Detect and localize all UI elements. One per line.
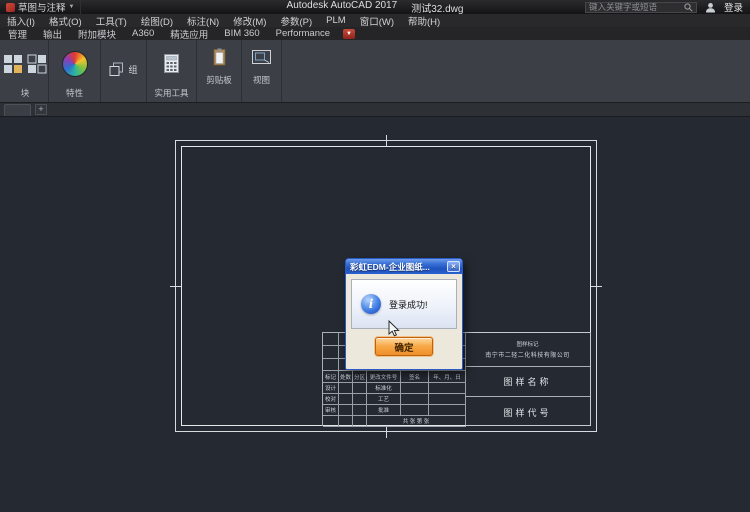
row-design: 设计 [323,383,339,394]
frame-tick-top [386,135,387,146]
panel-label-clipboard[interactable]: 剪贴板 [206,74,232,89]
ok-button[interactable]: 确定 [375,337,433,356]
menu-tools[interactable]: 工具(T) [89,14,134,27]
properties-wheel-icon[interactable] [62,51,88,77]
tab-a360[interactable]: A360 [124,28,162,39]
panel-label-block[interactable]: 块 [21,87,30,102]
new-tab-button[interactable]: + [35,104,47,115]
view-icon[interactable] [252,50,271,64]
menu-help[interactable]: 帮助(H) [401,14,447,27]
panel-properties: 特性 [49,40,101,102]
cursor-icon [388,320,400,337]
menu-window[interactable]: 窗口(W) [353,14,401,27]
panel-view: 视图 [242,40,282,102]
user-icon[interactable] [705,2,716,13]
chevron-down-icon: ▼ [69,4,75,10]
panel-label-properties[interactable]: 特性 [66,87,83,102]
edm-login-dialog: 彩虹EDM-企业图纸... × i 登录成功! 确定 [345,258,463,370]
row-check: 校对 [323,394,339,405]
search-box[interactable] [585,2,697,13]
insert-block-icon[interactable] [3,54,23,74]
workspace-icon [6,3,15,12]
clipboard-paste-icon[interactable] [212,48,227,66]
tab-manage[interactable]: 管理 [0,27,35,41]
drawing-mark-label: 图样标记 [516,340,538,348]
dialog-titlebar[interactable]: 彩虹EDM-企业图纸... × [346,259,462,274]
dialog-title: 彩虹EDM-企业图纸... [350,261,430,273]
dialog-body: i 登录成功! 确定 [346,274,462,369]
signin-button[interactable]: 登录 [724,0,743,14]
rev-col-date: 年、月、日 [429,371,466,383]
search-icon[interactable] [684,3,693,12]
autocad-window: 草图与注释 ▼ Autodesk AutoCAD 2017 测试32.dwg 登… [0,0,750,512]
panel-group: 组 [101,40,147,102]
drawing-name-label: 图样名称 [503,375,551,388]
window-title: Autodesk AutoCAD 2017 测试32.dwg [287,0,464,15]
edit-block-icon[interactable] [27,54,47,74]
rev-col-mark: 标记 [323,371,339,383]
file-tab[interactable] [4,104,31,116]
tab-bim360[interactable]: BIM 360 [216,28,267,39]
row-standard: 标准化 [367,383,401,394]
rev-col-sign: 签名 [401,371,429,383]
row-audit: 审核 [323,405,339,416]
ribbon-overflow-icon[interactable]: ▼ [343,29,355,39]
drawing-canvas[interactable]: 标记 处数 分区 更改文件号 签名 年、月、日 设计 标准化 校对 工艺 [0,117,750,512]
search-input[interactable] [589,2,681,12]
dialog-message: 登录成功! [389,298,428,311]
ribbon-panels: 块 特性 组 [0,40,750,103]
tab-performance[interactable]: Performance [268,28,338,39]
menu-plm[interactable]: PLM [319,14,353,27]
menu-draw[interactable]: 绘图(D) [134,14,180,27]
menu-parametric[interactable]: 参数(P) [273,14,319,27]
ribbon-tab-bar: 管理 输出 附加模块 A360 精选应用 BIM 360 Performance… [0,27,750,40]
panel-utilities: 实用工具 [147,40,197,102]
rev-col-count: 处数 [339,371,353,383]
panel-label-utilities[interactable]: 实用工具 [154,87,188,102]
tab-addins[interactable]: 附加模块 [70,27,124,41]
titlebar-right: 登录 [585,0,750,14]
tab-featured-apps[interactable]: 精选应用 [162,27,216,41]
panel-clipboard: 剪贴板 [197,40,242,102]
panel-label-view[interactable]: 视图 [253,74,270,89]
panel-block: 块 [2,40,49,102]
close-icon[interactable]: × [447,261,460,272]
calculator-icon[interactable] [164,54,179,73]
menu-dimension[interactable]: 标注(N) [180,14,226,27]
row-approve: 批准 [367,405,401,416]
workspace-switcher[interactable]: 草图与注释 ▼ [0,0,81,14]
rev-col-doc: 更改文件号 [367,371,401,383]
dialog-message-panel: i 登录成功! [351,279,457,329]
tab-output[interactable]: 输出 [35,27,70,41]
menu-modify[interactable]: 修改(M) [226,14,273,27]
frame-tick-right [591,286,602,287]
sheet-count: 共 张 第 张 [367,416,466,427]
titlebar: 草图与注释 ▼ Autodesk AutoCAD 2017 测试32.dwg 登… [0,0,750,14]
file-tab-bar: + [0,103,750,117]
menu-format[interactable]: 格式(O) [42,14,89,27]
menu-insert[interactable]: 插入(I) [0,14,42,27]
menubar: 插入(I) 格式(O) 工具(T) 绘图(D) 标注(N) 修改(M) 参数(P… [0,14,750,27]
group-button-label[interactable]: 组 [128,63,137,76]
frame-tick-left [170,286,181,287]
title-block-main: 图样标记 南宁市二轻二化科技有限公司 图样名称 图样代号 [465,332,591,426]
info-icon: i [361,294,381,314]
drawing-code-label: 图样代号 [503,406,551,419]
app-title: Autodesk AutoCAD 2017 [287,0,398,15]
workspace-label: 草图与注释 [18,0,66,14]
document-name: 测试32.dwg [411,0,463,15]
company-name: 南宁市二轻二化科技有限公司 [485,350,570,359]
rev-col-zone: 分区 [353,371,367,383]
row-process: 工艺 [367,394,401,405]
group-icon[interactable] [109,62,124,77]
frame-tick-bottom [386,427,387,438]
